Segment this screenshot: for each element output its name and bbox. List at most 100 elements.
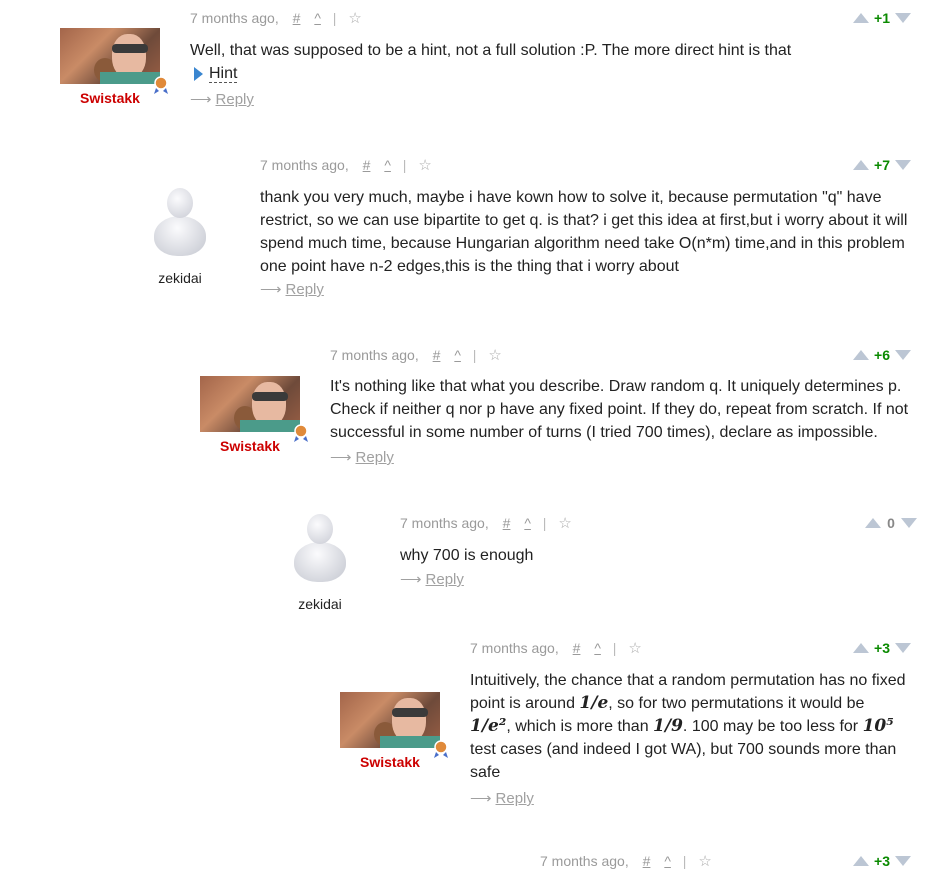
text-part: safe [470,764,501,781]
vote-down-icon[interactable] [895,13,911,24]
parent-link[interactable]: ^ [524,515,531,531]
reply-arrow-icon: ⟶ [470,790,492,807]
comment-meta: 7 months ago, # ^ | ☆ [260,156,432,174]
comment-text: It's nothing like that what you describe… [330,378,909,441]
star-icon[interactable]: ☆ [418,157,431,174]
user-card: Swistakk [190,376,310,454]
text-part: . 100 may be too less for [682,718,863,735]
comment-meta: 7 months ago, # ^ | ☆ [470,639,642,657]
vote-up-icon[interactable] [853,160,869,171]
vote-down-icon[interactable] [901,518,917,529]
user-card: zekidai [260,514,380,612]
avatar[interactable] [152,188,208,260]
comment-text: why 700 is enough [400,547,534,564]
username[interactable]: zekidai [260,596,380,612]
avatar[interactable] [292,514,348,586]
vote-box: +7 [853,156,915,173]
parent-link[interactable]: ^ [664,853,671,869]
vote-box: +3 [853,639,915,656]
hint-label: Hint [209,65,238,83]
reply-link[interactable]: ⟶ Reply [190,90,254,108]
reply-link[interactable]: ⟶ Reply [400,570,464,588]
permalink[interactable]: # [643,853,651,869]
timestamp: 7 months ago, [260,157,349,173]
permalink[interactable]: # [433,347,441,363]
username[interactable]: zekidai [120,270,240,286]
reply-arrow-icon: ⟶ [190,91,212,108]
reply-arrow-icon: ⟶ [400,571,422,588]
badge-icon [434,740,448,758]
separator: | [542,515,547,531]
comment-text: Intuitively, the chance that a random pe… [470,669,920,784]
vote-box: +6 [853,346,915,363]
user-card: Swistakk [50,28,170,106]
vote-down-icon[interactable] [895,350,911,361]
text-part: , so for two permutations it would be [608,695,865,712]
vote-up-icon[interactable] [853,350,869,361]
timestamp: 7 months ago, [190,10,279,26]
comment-text: thank you very much, maybe i have kown h… [260,189,908,275]
permalink[interactable]: # [503,515,511,531]
vote-down-icon[interactable] [895,643,911,654]
parent-link[interactable]: ^ [594,640,601,656]
separator: | [472,347,477,363]
reply-label: Reply [425,571,464,588]
badge-icon [294,424,308,442]
hint-spoiler[interactable]: Hint [194,62,238,85]
reply-label: Reply [355,449,394,466]
vote-box: +1 [853,9,915,26]
vote-up-icon[interactable] [865,518,881,529]
math-expr: 10⁵ [862,716,894,736]
vote-box: +3 [853,852,915,869]
timestamp: 7 months ago, [330,347,419,363]
badge-icon [154,76,168,94]
reply-arrow-icon: ⟶ [330,449,352,466]
math-expr: 1/9 [653,716,683,736]
separator: | [402,157,407,173]
permalink[interactable]: # [573,640,581,656]
reply-link[interactable]: ⟶ Reply [260,280,324,298]
text-part: test cases (and indeed I got WA), but 70… [470,741,897,758]
reply-link[interactable]: ⟶ Reply [330,448,394,466]
vote-down-icon[interactable] [895,160,911,171]
reply-label: Reply [215,91,254,108]
avatar[interactable] [200,376,308,442]
comment-meta: 7 months ago, # ^ | ☆ [190,9,362,27]
text-part: , which is more than [506,718,654,735]
star-icon[interactable]: ☆ [698,853,711,870]
comment-text-line: Well, that was supposed to be a hint, no… [190,42,792,59]
reply-label: Reply [495,790,534,807]
parent-link[interactable]: ^ [454,347,461,363]
score: +1 [874,10,890,27]
vote-up-icon[interactable] [853,13,869,24]
comment-meta: 7 months ago, # ^ | ☆ [400,514,572,532]
separator: | [612,640,617,656]
permalink[interactable]: # [293,10,301,26]
timestamp: 7 months ago, [400,515,489,531]
separator: | [682,853,687,869]
vote-up-icon[interactable] [853,643,869,654]
parent-link[interactable]: ^ [384,157,391,173]
reply-arrow-icon: ⟶ [260,281,282,298]
parent-link[interactable]: ^ [314,10,321,26]
math-expr: 1/e² [470,716,507,736]
permalink[interactable]: # [363,157,371,173]
score: +3 [874,640,890,657]
avatar[interactable] [60,28,168,94]
avatar[interactable] [340,692,448,758]
user-card: Swistakk [330,692,450,770]
text-part: Intuitively, the chance that a random pe… [470,672,906,689]
math-expr: 1/e [579,693,609,713]
reply-label: Reply [285,281,324,298]
score: +7 [874,157,890,174]
score: +3 [874,853,890,870]
separator: | [332,10,337,26]
hint-triangle-icon [194,66,203,81]
star-icon[interactable]: ☆ [488,347,501,364]
reply-link[interactable]: ⟶ Reply [470,789,534,807]
text-part: point is around [470,695,580,712]
star-icon[interactable]: ☆ [628,640,641,657]
star-icon[interactable]: ☆ [558,515,571,532]
star-icon[interactable]: ☆ [348,10,361,27]
score: 0 [887,515,895,532]
